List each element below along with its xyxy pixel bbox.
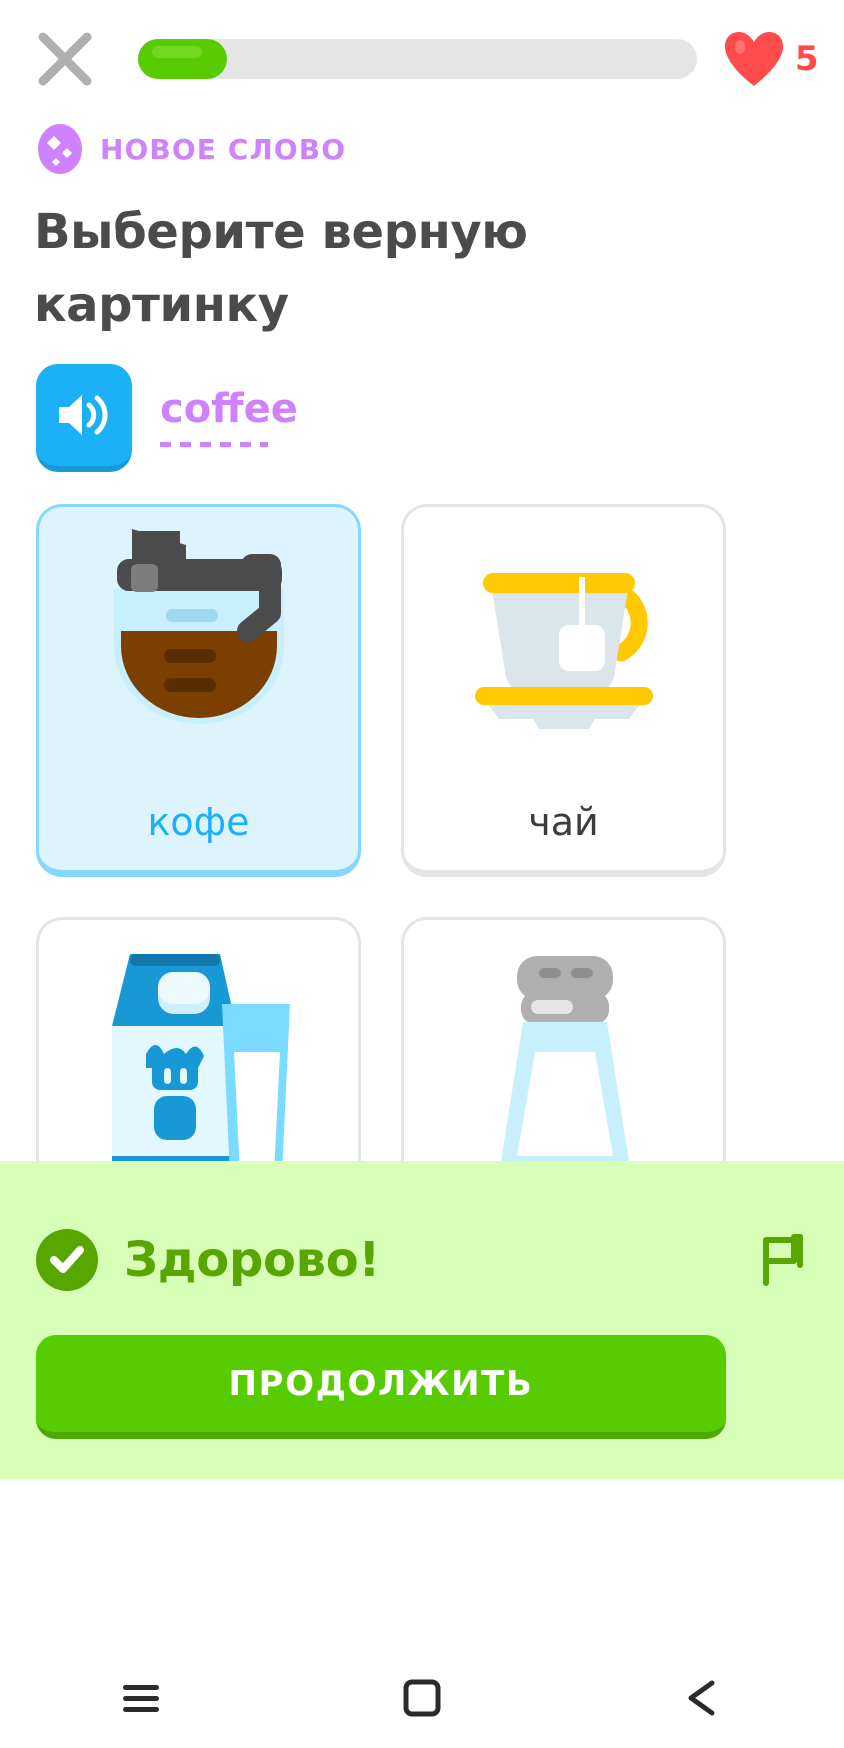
new-word-badge: НОВОЕ СЛОВО bbox=[36, 122, 346, 176]
nav-home-button[interactable] bbox=[362, 1648, 482, 1748]
back-triangle-icon bbox=[688, 1680, 715, 1716]
feedback-banner: Здорово! ПРОДОЛЖИТЬ bbox=[0, 1161, 844, 1479]
lesson-header: 5 bbox=[0, 18, 844, 100]
progress-fill bbox=[138, 39, 228, 79]
coffee-pot-image bbox=[39, 507, 358, 774]
choice-label-tea: чай bbox=[528, 800, 599, 844]
android-navbar bbox=[0, 1648, 844, 1748]
progress-track bbox=[138, 39, 697, 79]
lesson-screen: 5 НОВОЕ СЛОВО Выберите верную картинку c… bbox=[0, 0, 844, 1748]
continue-button[interactable]: ПРОДОЛЖИТЬ bbox=[36, 1335, 726, 1439]
progress-shine bbox=[152, 46, 203, 58]
progress-bar bbox=[138, 39, 697, 79]
report-button[interactable] bbox=[760, 1231, 808, 1289]
audio-play-button[interactable] bbox=[36, 364, 132, 472]
choice-card-coffee[interactable]: кофе bbox=[36, 504, 361, 877]
close-button[interactable] bbox=[20, 18, 110, 100]
milk-carton-image bbox=[39, 920, 358, 1187]
choice-card-tea[interactable]: чай bbox=[401, 504, 726, 877]
question-title: Выберите верную картинку bbox=[34, 204, 528, 333]
home-square-icon bbox=[403, 1679, 441, 1717]
hearts-indicator[interactable]: 5 bbox=[723, 30, 819, 88]
prompt-word-wrapper[interactable]: coffee bbox=[160, 389, 298, 447]
check-circle-icon bbox=[36, 1229, 98, 1291]
choice-label-coffee: кофе bbox=[147, 800, 250, 844]
nav-back-button[interactable] bbox=[643, 1648, 763, 1748]
new-word-diamond-icon bbox=[38, 124, 82, 174]
menu-icon bbox=[122, 1685, 159, 1712]
feedback-header: Здорово! bbox=[36, 1225, 808, 1295]
nav-recents-button[interactable] bbox=[81, 1648, 201, 1748]
water-bottle-image bbox=[404, 920, 723, 1187]
close-x-icon bbox=[38, 32, 92, 86]
hearts-count: 5 bbox=[794, 39, 819, 79]
prompt-word: coffee bbox=[160, 386, 298, 432]
report-flag-icon bbox=[763, 1234, 803, 1286]
prompt-row: coffee bbox=[36, 364, 298, 472]
new-word-label: НОВОЕ СЛОВО bbox=[100, 132, 347, 166]
feedback-title: Здорово! bbox=[124, 1232, 381, 1288]
tea-cup-image bbox=[404, 507, 723, 774]
heart-icon bbox=[724, 32, 783, 86]
speaker-icon bbox=[59, 395, 108, 435]
prompt-dashed-underline bbox=[160, 442, 268, 447]
